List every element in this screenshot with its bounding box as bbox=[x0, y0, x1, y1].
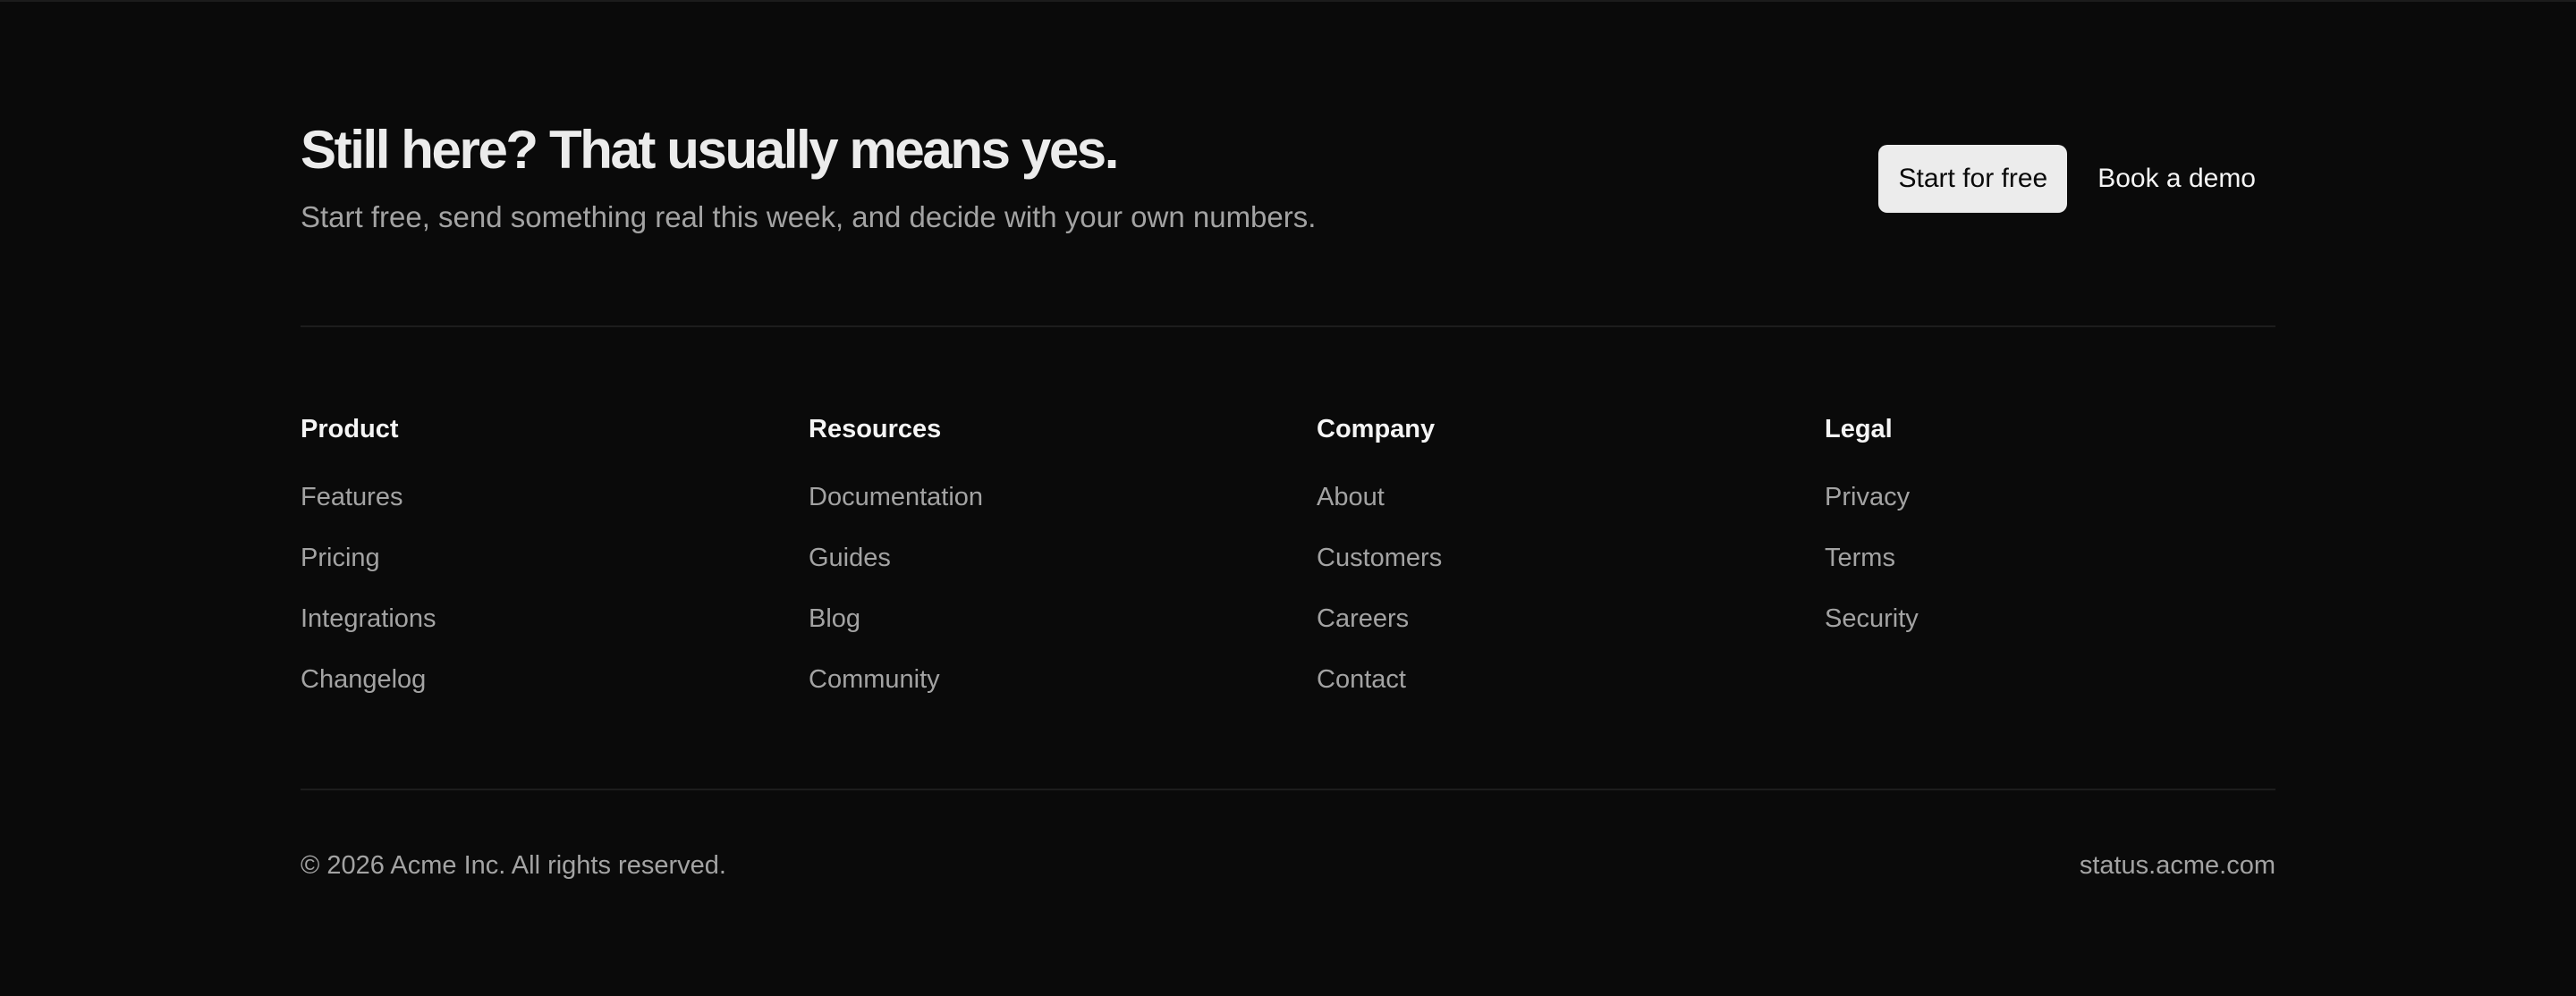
link-list: Documentation Guides Blog Community bbox=[809, 481, 1309, 724]
list-item: Privacy bbox=[1825, 481, 2326, 542]
footer-link-careers[interactable]: Careers bbox=[1317, 604, 1409, 633]
top-divider bbox=[301, 325, 2275, 327]
list-item: About bbox=[1317, 481, 1818, 542]
footer-link-terms[interactable]: Terms bbox=[1825, 544, 1895, 572]
footer-link-documentation[interactable]: Documentation bbox=[809, 483, 983, 511]
column-heading: Product bbox=[301, 415, 399, 443]
cta-title: Still here? That usually means yes. bbox=[301, 120, 1119, 180]
column-heading: Legal bbox=[1825, 415, 1893, 443]
footer-page: Still here? That usually means yes. Star… bbox=[0, 0, 2576, 996]
list-item: Security bbox=[1825, 603, 2326, 663]
list-item: Changelog bbox=[301, 663, 801, 724]
footer-bottom-bar: © 2026 Acme Inc. All rights reserved. st… bbox=[301, 848, 2275, 883]
cta-section: Still here? That usually means yes. Star… bbox=[301, 116, 2275, 241]
copyright-text: © 2026 Acme Inc. All rights reserved. bbox=[301, 851, 726, 880]
footer-column-product: Product Features Pricing Integrations Ch… bbox=[301, 413, 801, 724]
start-for-free-button[interactable]: Start for free bbox=[1878, 145, 2068, 213]
footer-link-columns: Product Features Pricing Integrations Ch… bbox=[301, 413, 2275, 717]
footer-link-blog[interactable]: Blog bbox=[809, 604, 860, 633]
list-item: Community bbox=[809, 663, 1309, 724]
list-item: Documentation bbox=[809, 481, 1309, 542]
status-page-link[interactable]: status.acme.com bbox=[2080, 848, 2275, 883]
list-item: Features bbox=[301, 481, 801, 542]
column-heading: Company bbox=[1317, 415, 1436, 443]
footer-link-community[interactable]: Community bbox=[809, 665, 940, 694]
footer-link-changelog[interactable]: Changelog bbox=[301, 665, 426, 694]
footer-link-integrations[interactable]: Integrations bbox=[301, 604, 436, 633]
link-list: About Customers Careers Contact bbox=[1317, 481, 1818, 724]
footer-link-guides[interactable]: Guides bbox=[809, 544, 891, 572]
footer-column-company: Company About Customers Careers Contact bbox=[1317, 413, 1818, 724]
footer-link-features[interactable]: Features bbox=[301, 483, 402, 511]
footer-column-legal: Legal Privacy Terms Security bbox=[1825, 413, 2326, 663]
link-list: Features Pricing Integrations Changelog bbox=[301, 481, 801, 724]
list-item: Blog bbox=[809, 603, 1309, 663]
bottom-divider bbox=[301, 789, 2275, 790]
link-list: Privacy Terms Security bbox=[1825, 481, 2326, 663]
footer-link-pricing[interactable]: Pricing bbox=[301, 544, 380, 572]
list-item: Terms bbox=[1825, 542, 2326, 603]
footer-link-contact[interactable]: Contact bbox=[1317, 665, 1406, 694]
footer-link-customers[interactable]: Customers bbox=[1317, 544, 1442, 572]
footer-column-resources: Resources Documentation Guides Blog Comm… bbox=[809, 413, 1309, 724]
list-item: Careers bbox=[1317, 603, 1818, 663]
list-item: Integrations bbox=[301, 603, 801, 663]
book-a-demo-button[interactable]: Book a demo bbox=[2078, 145, 2275, 213]
column-heading: Resources bbox=[809, 415, 942, 443]
cta-actions: Start for free Book a demo bbox=[1878, 145, 2275, 213]
footer-link-privacy[interactable]: Privacy bbox=[1825, 483, 1910, 511]
list-item: Guides bbox=[809, 542, 1309, 603]
list-item: Customers bbox=[1317, 542, 1818, 603]
cta-subtitle: Start free, send something real this wee… bbox=[301, 200, 1317, 233]
list-item: Pricing bbox=[301, 542, 801, 603]
list-item: Contact bbox=[1317, 663, 1818, 724]
footer-link-about[interactable]: About bbox=[1317, 483, 1385, 511]
footer-link-security[interactable]: Security bbox=[1825, 604, 1919, 633]
